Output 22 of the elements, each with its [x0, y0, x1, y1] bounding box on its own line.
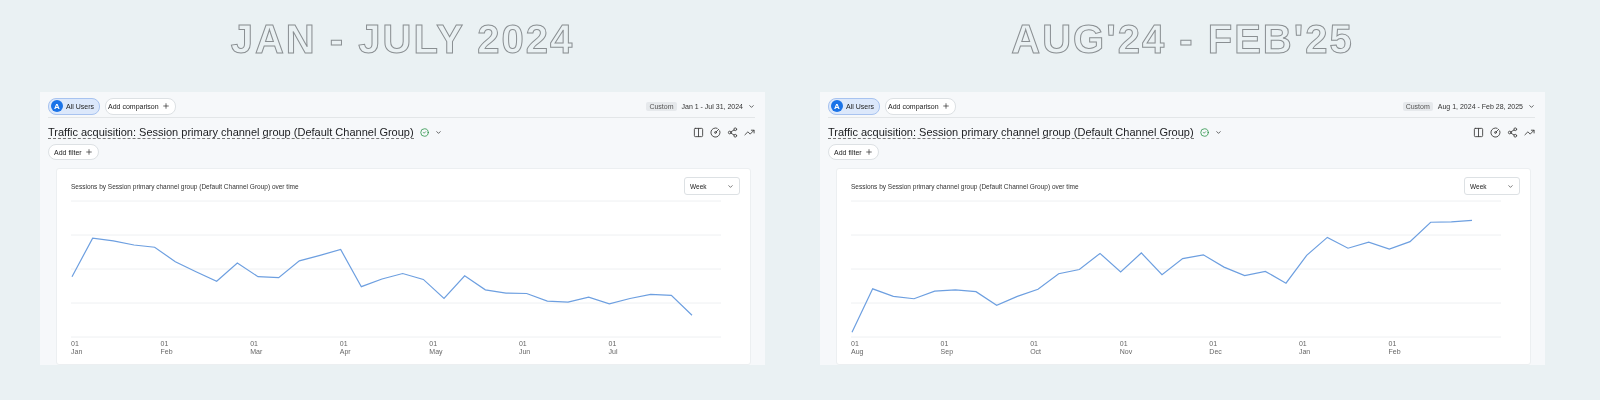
- columns-icon[interactable]: [1473, 126, 1484, 138]
- check-circle-icon: [419, 127, 429, 137]
- segment-avatar: A: [831, 100, 843, 112]
- caret-icon: [1507, 182, 1514, 190]
- share-icon[interactable]: [1507, 126, 1518, 138]
- share-icon[interactable]: [727, 126, 738, 138]
- plus-icon: [161, 102, 170, 110]
- caret-icon: [727, 182, 734, 190]
- caret-icon[interactable]: [1214, 128, 1222, 136]
- caret-icon[interactable]: [434, 128, 442, 136]
- period-heading: AUG'24 - FEB'25: [1011, 16, 1354, 62]
- plus-icon: [941, 102, 950, 110]
- segment-avatar: A: [51, 100, 63, 112]
- check-circle-icon: [1199, 127, 1209, 137]
- columns-icon[interactable]: [693, 126, 704, 138]
- report-title: Traffic acquisition: Session primary channel group (Default Channel Group): [48, 125, 414, 139]
- report-title: Traffic acquisition: Session primary channel group (Default Channel Group): [828, 125, 1194, 139]
- period-heading: JAN - JULY 2024: [230, 16, 575, 62]
- caret-icon[interactable]: [748, 102, 755, 110]
- caret-icon[interactable]: [1528, 102, 1535, 110]
- plus-icon: [864, 148, 873, 156]
- plus-icon: [84, 148, 93, 156]
